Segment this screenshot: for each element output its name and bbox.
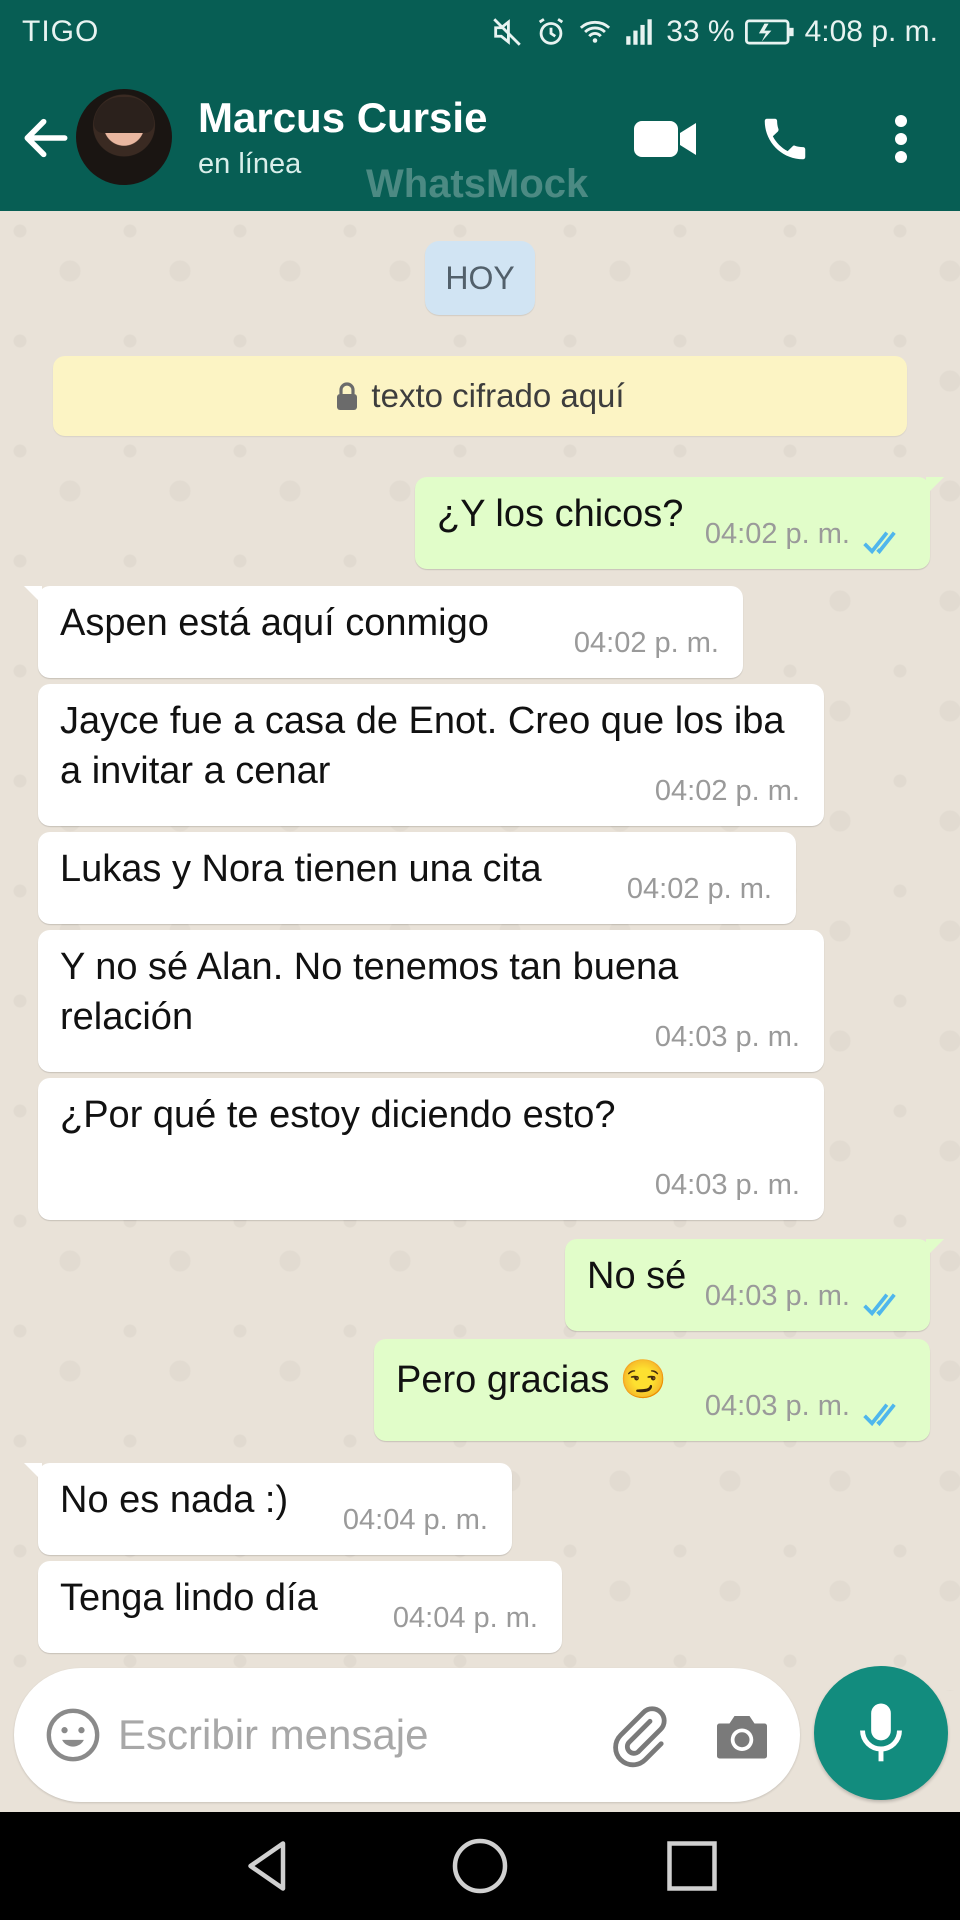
status-icons: 33 % 4:08 p. m.: [490, 15, 938, 49]
mute-icon: [493, 18, 521, 46]
mic-icon: [860, 1703, 902, 1762]
lock-icon: [337, 382, 358, 410]
nav-recents-icon[interactable]: [662, 1836, 722, 1896]
message-text: Tenga lindo día: [60, 1577, 318, 1619]
attach-icon[interactable]: [606, 1704, 670, 1768]
nav-home-icon[interactable]: [450, 1836, 510, 1896]
message-time: 04:02 p. m.: [573, 627, 719, 659]
message-bubble-outgoing[interactable]: ¿Y los chicos? 04:02 p. m.: [415, 477, 944, 569]
contact-name[interactable]: Marcus Cursie: [198, 94, 487, 142]
message-bubble-incoming[interactable]: Jayce fue a casa de Enot. Creo que los i…: [38, 684, 824, 826]
read-ticks-icon: [863, 1403, 896, 1427]
message-text: Lukas y Nora tienen una cita: [60, 848, 542, 890]
contact-status: en línea: [198, 148, 302, 180]
message-text: Aspen está aquí conmigo: [60, 602, 489, 644]
message-time: 04:03 p. m.: [654, 1021, 800, 1053]
message-text: ¿Por qué te estoy diciendo esto?: [60, 1094, 616, 1136]
phone-icon: [764, 118, 806, 160]
message-text: No sé: [587, 1255, 687, 1297]
message-input[interactable]: [118, 1698, 598, 1772]
status-bar: TIGO 33 % 4:08 p. m.: [0, 0, 960, 64]
battery-charging-icon: [744, 19, 794, 45]
more-vert-icon: [895, 115, 907, 163]
chat-area[interactable]: HOY texto cifrado aquí ¿Y los chicos? 04…: [0, 211, 960, 1691]
message-time: 04:02 p. m.: [704, 518, 850, 550]
message-text: ¿Y los chicos?: [437, 493, 684, 535]
message-bubble-incoming[interactable]: Lukas y Nora tienen una cita 04:02 p. m.: [38, 832, 796, 924]
message-time: 04:02 p. m.: [654, 775, 800, 807]
watermark-text: WhatsMock: [366, 162, 589, 206]
nav-back-icon[interactable]: [238, 1836, 298, 1896]
avatar[interactable]: [76, 89, 172, 185]
battery-percent: 33 %: [666, 15, 735, 48]
message-bubble-outgoing[interactable]: Pero gracias 😏 04:03 p. m.: [374, 1339, 930, 1441]
message-composer: [14, 1668, 800, 1802]
message-bubble-incoming[interactable]: No es nada :) 04:04 p. m.: [24, 1463, 512, 1555]
chat-header: Marcus Cursie en línea WhatsMock: [0, 64, 960, 211]
alarm-icon: [539, 18, 564, 45]
message-time: 04:04 p. m.: [392, 1602, 538, 1634]
message-time: 04:03 p. m.: [704, 1280, 850, 1312]
carrier-label: TIGO: [22, 15, 100, 48]
system-nav-bar: [0, 1812, 960, 1920]
message-bubble-incoming[interactable]: Aspen está aquí conmigo 04:02 p. m.: [24, 586, 743, 678]
encryption-text: texto cifrado aquí: [371, 377, 625, 414]
message-bubble-incoming[interactable]: Tenga lindo día 04:04 p. m.: [38, 1561, 562, 1653]
message-text: Pero gracias 😏: [396, 1359, 668, 1401]
video-call-icon: [634, 121, 696, 157]
more-options-button[interactable]: [866, 104, 936, 174]
camera-icon[interactable]: [712, 1708, 772, 1764]
message-time: 04:02 p. m.: [626, 873, 772, 905]
encryption-banner[interactable]: texto cifrado aquí: [53, 356, 907, 436]
date-chip: HOY: [425, 241, 535, 315]
message-bubble-outgoing[interactable]: No sé 04:03 p. m.: [565, 1239, 944, 1331]
read-ticks-icon: [863, 1293, 896, 1317]
signal-icon: [626, 19, 652, 45]
message-bubble-incoming[interactable]: Y no sé Alan. No tenemos tan buena relac…: [38, 930, 824, 1072]
message-time: 04:03 p. m.: [704, 1390, 850, 1422]
voice-record-button[interactable]: [814, 1666, 948, 1800]
read-ticks-icon: [863, 531, 896, 555]
back-arrow-icon[interactable]: [18, 110, 74, 166]
emoji-icon[interactable]: [44, 1706, 102, 1764]
clock: 4:08 p. m.: [804, 15, 938, 48]
message-time: 04:04 p. m.: [342, 1504, 488, 1536]
voice-call-button[interactable]: [750, 104, 820, 174]
message-bubble-incoming[interactable]: ¿Por qué te estoy diciendo esto? 04:03 p…: [38, 1078, 824, 1220]
message-text: No es nada :): [60, 1479, 289, 1521]
message-time: 04:03 p. m.: [654, 1169, 800, 1201]
wifi-icon: [580, 20, 611, 43]
video-call-button[interactable]: [630, 104, 700, 174]
